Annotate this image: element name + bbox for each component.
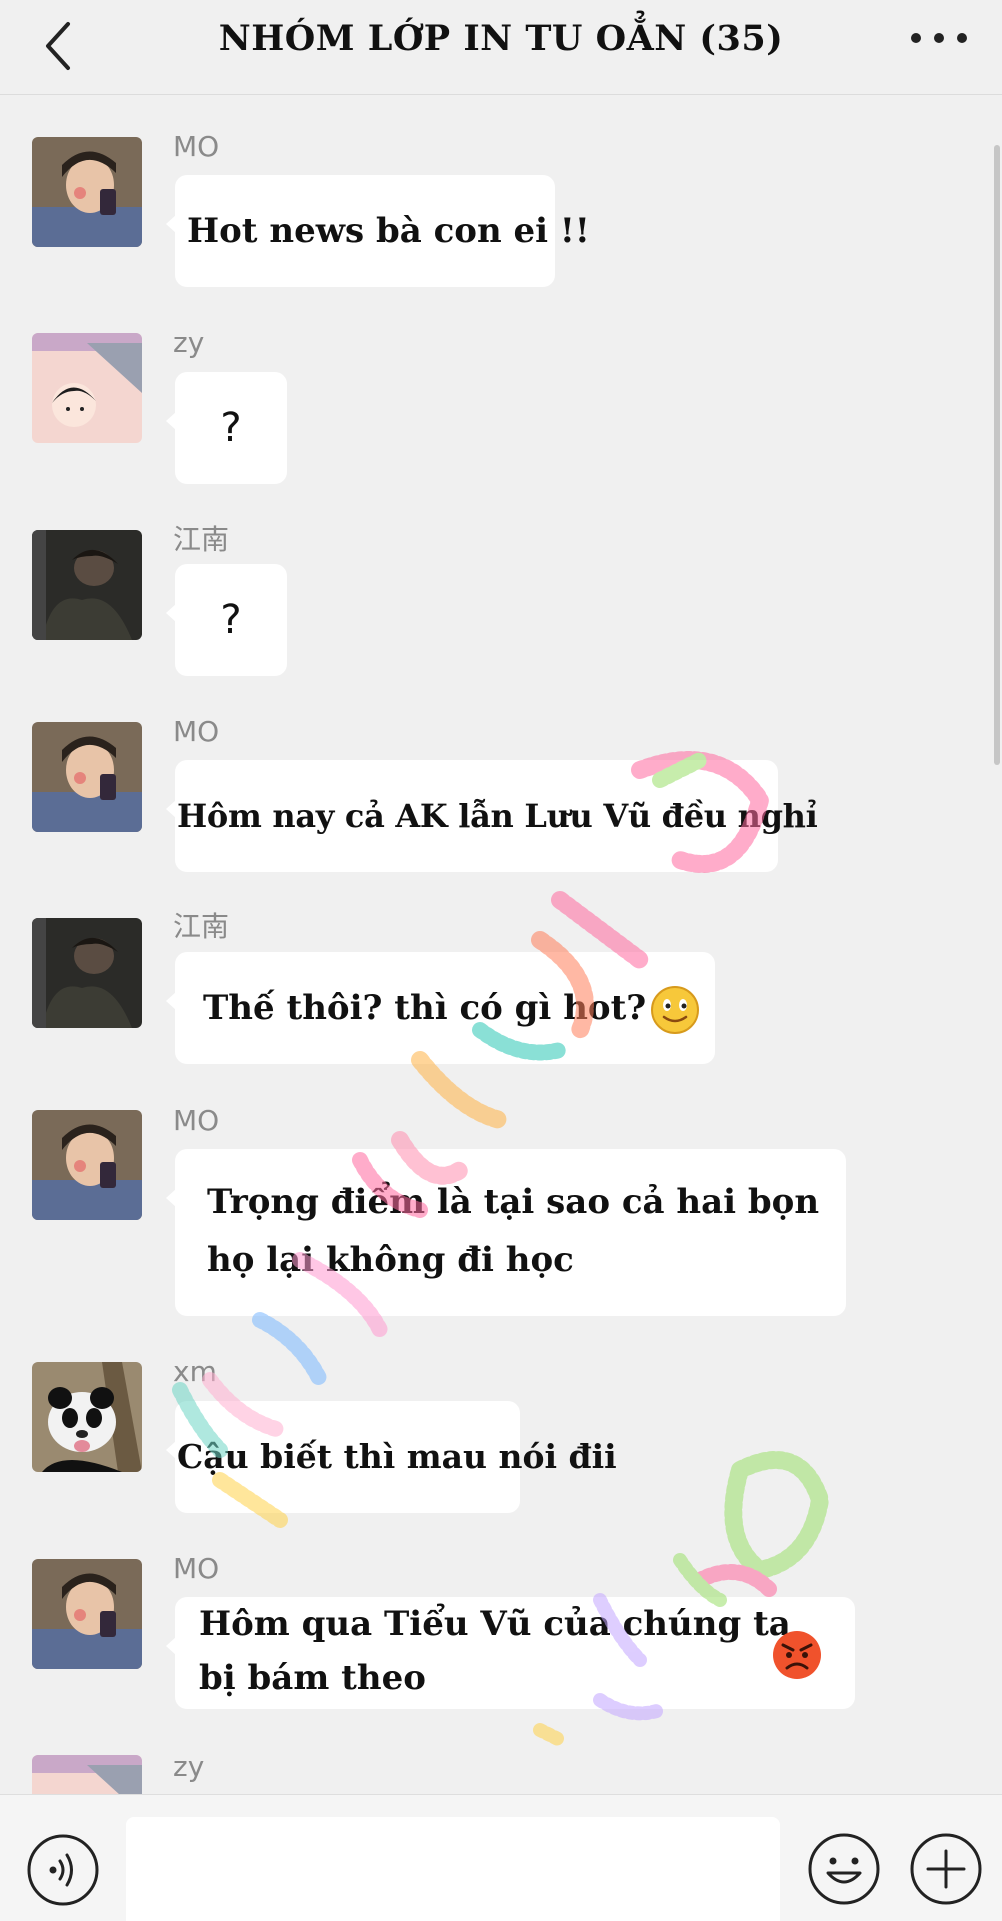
message-bubble[interactable]: Hôm qua Tiểu Vũ của chúng ta bị bám theo [166, 1597, 855, 1709]
message-text: ? [220, 597, 242, 643]
avatar[interactable] [32, 1755, 142, 1794]
message-bubble[interactable]: Hôm nay cả AK lẫn Lưu Vũ đều nghỉ [166, 760, 818, 872]
message-bubble[interactable]: Trọng điểm là tại sao cả hai bọn họ lại … [166, 1149, 846, 1316]
smiling-face-icon [651, 986, 700, 1034]
more-button[interactable] [904, 18, 974, 58]
avatar[interactable] [32, 137, 142, 247]
message-text: Thế thôi? thì có gì hot? [203, 979, 715, 1037]
sender-name: 江南 [173, 910, 230, 943]
avatar[interactable] [32, 1559, 142, 1669]
message-bubble[interactable]: ? [166, 564, 287, 676]
message-text: ? [220, 405, 242, 451]
back-button[interactable] [36, 10, 86, 80]
message-input[interactable] [126, 1817, 780, 1921]
sender-name: xm [173, 1355, 217, 1388]
message-text-line: bị bám theo [199, 1658, 426, 1698]
message-bubble[interactable]: Thế thôi? thì có gì hot? [166, 952, 715, 1064]
message-bubble[interactable]: Hot news bà con ei !! [166, 175, 590, 287]
avatar[interactable] [32, 530, 142, 640]
sender-name: MO [173, 1552, 220, 1585]
scrollbar[interactable] [994, 145, 1000, 765]
avatar[interactable] [32, 333, 142, 443]
chevron-left-icon [46, 22, 70, 70]
input-bar [0, 1794, 1002, 1921]
angry-face-icon [773, 1631, 821, 1679]
voice-button[interactable] [26, 1833, 100, 1907]
avatar[interactable] [32, 1110, 142, 1220]
voice-icon [27, 1834, 99, 1906]
chat-header: NHÓM LỚP IN TU OẲN (35) [0, 0, 1002, 95]
message-text-line: Trọng điểm là tại sao cả hai bọn [207, 1182, 820, 1222]
message-text: Hot news bà con ei !! [187, 211, 590, 251]
avatar[interactable] [32, 918, 142, 1028]
plus-circle-icon [910, 1833, 982, 1905]
emoji-button[interactable] [806, 1831, 882, 1907]
avatar[interactable] [32, 722, 142, 832]
emoji-icon [808, 1833, 880, 1905]
sender-name: MO [173, 130, 220, 163]
sender-name: zy [173, 1750, 205, 1783]
sender-name: zy [173, 326, 205, 359]
sender-name: MO [173, 1104, 220, 1137]
sender-name: MO [173, 715, 220, 748]
avatar[interactable] [32, 1362, 142, 1472]
message-text-line: Hôm qua Tiểu Vũ của chúng ta [199, 1604, 791, 1644]
more-horizontal-icon [911, 33, 967, 43]
more-options-button[interactable] [908, 1831, 984, 1907]
message-text: Hôm nay cả AK lẫn Lưu Vũ đều nghỉ [177, 797, 818, 835]
message-text-line: họ lại không đi học [207, 1240, 574, 1280]
message-bubble[interactable]: ? [166, 372, 287, 484]
message-bubble[interactable]: Cậu biết thì mau nói đii [166, 1401, 617, 1513]
message-text: Cậu biết thì mau nói đii [177, 1437, 617, 1476]
sender-name: 江南 [173, 523, 230, 556]
chat-title: NHÓM LỚP IN TU OẲN (35) [218, 18, 784, 59]
